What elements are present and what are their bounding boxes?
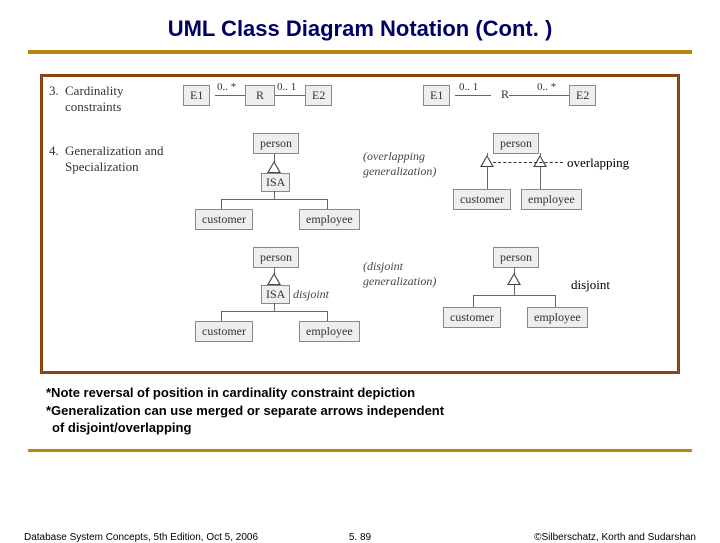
person-4: person — [493, 247, 539, 268]
line — [275, 95, 305, 96]
person-1: person — [253, 133, 299, 154]
annot-overlapping: overlapping — [567, 155, 629, 171]
customer-1: customer — [195, 209, 253, 230]
relationship-r-a: R — [245, 85, 275, 106]
line — [540, 167, 541, 189]
line — [514, 285, 515, 295]
customer-2: customer — [453, 189, 511, 210]
employee-4: employee — [527, 307, 588, 328]
employee-3: employee — [299, 321, 360, 342]
employee-2: employee — [521, 189, 582, 210]
line — [473, 295, 555, 296]
entity-e2-b: E2 — [569, 85, 596, 106]
bottom-rule — [28, 449, 692, 452]
card-b1: 0.. 1 — [459, 81, 478, 93]
isa-label-2: ISA — [261, 285, 290, 304]
entity-e1-a: E1 — [183, 85, 210, 106]
notes-block: *Note reversal of position in cardinalit… — [46, 384, 674, 437]
line — [540, 153, 541, 157]
person-3: person — [253, 247, 299, 268]
isa-label-1: ISA — [261, 173, 290, 192]
card-b2: 0.. * — [537, 81, 556, 93]
line — [221, 199, 222, 209]
title-rule — [28, 50, 692, 54]
isa-triangle-2 — [267, 273, 281, 285]
entity-e1-b: E1 — [423, 85, 450, 106]
card-a2: 0.. 1 — [277, 81, 296, 93]
section-4-label: Generalization and Specialization — [65, 143, 185, 175]
customer-3: customer — [195, 321, 253, 342]
note-line-3: of disjoint/overlapping — [46, 419, 674, 437]
line — [215, 95, 245, 96]
section-3-num: 3. — [49, 83, 59, 99]
caption-overlapping: (overlapping generalization) — [363, 149, 436, 179]
slide-title: UML Class Diagram Notation (Cont. ) — [0, 0, 720, 50]
line — [487, 153, 488, 157]
annot-disjoint: disjoint — [571, 277, 610, 293]
line — [327, 311, 328, 321]
line — [509, 95, 569, 96]
disjoint-tag: disjoint — [293, 287, 329, 302]
line — [555, 295, 556, 307]
isa-triangle-1 — [267, 161, 281, 173]
line — [274, 303, 275, 311]
section-4-num: 4. — [49, 143, 59, 159]
note-line-2: *Generalization can use merged or separa… — [46, 402, 674, 420]
caption-disjoint: (disjoint generalization) — [363, 259, 436, 289]
line — [327, 199, 328, 209]
line — [455, 95, 491, 96]
person-2: person — [493, 133, 539, 154]
line — [487, 167, 488, 189]
section-3-label: Cardinality constraints — [65, 83, 155, 115]
line — [221, 311, 222, 321]
footer-right: ©Silberschatz, Korth and Sudarshan — [534, 532, 696, 543]
line — [221, 199, 327, 200]
diagram-frame: 3. Cardinality constraints E1 0.. * R 0.… — [40, 74, 680, 374]
card-a1: 0.. * — [217, 81, 236, 93]
entity-e2-a: E2 — [305, 85, 332, 106]
line — [221, 311, 327, 312]
note-line-1: *Note reversal of position in cardinalit… — [46, 384, 674, 402]
employee-1: employee — [299, 209, 360, 230]
customer-4: customer — [443, 307, 501, 328]
line — [473, 295, 474, 307]
arrow-triangle-merged — [507, 273, 521, 285]
line — [274, 191, 275, 199]
dash-overlap — [493, 162, 563, 163]
